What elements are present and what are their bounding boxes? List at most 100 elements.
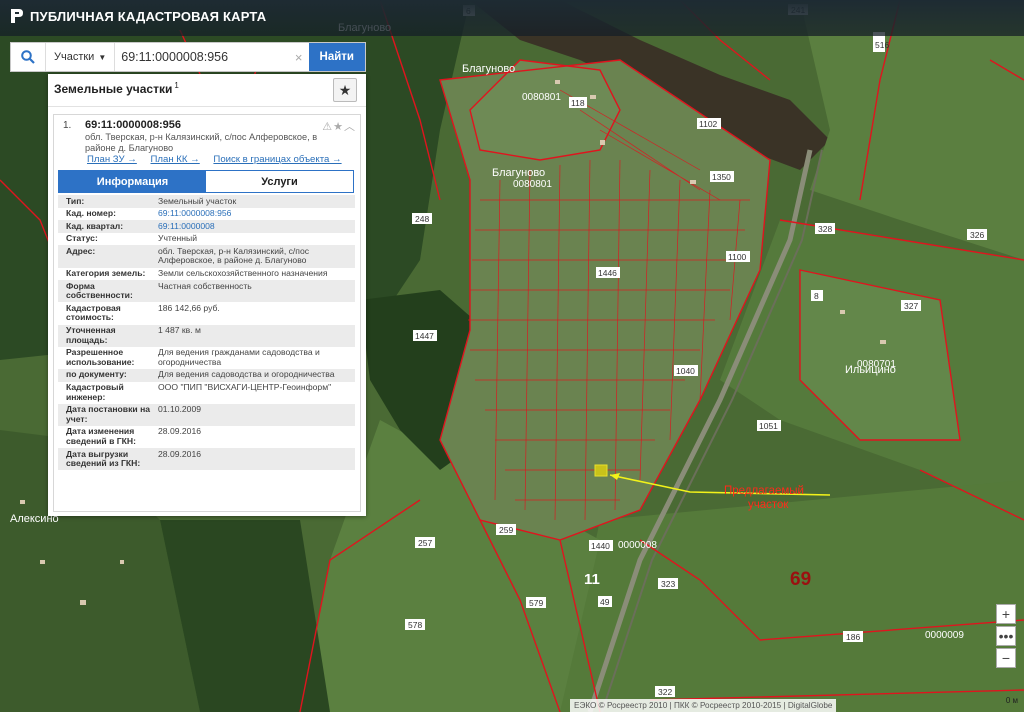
- result-cad-number[interactable]: 69:11:0000008:956: [85, 119, 181, 131]
- svg-text:186: 186: [846, 632, 860, 642]
- result-address: обл. Тверская, р-н Калязинский, с/пос Ал…: [85, 132, 318, 153]
- svg-text:326: 326: [970, 230, 984, 240]
- parcel-label: 118: [569, 97, 587, 108]
- info-row: Форма собственности: Частная собственност…: [58, 280, 355, 303]
- info-table: Тип: Земельный участок Кад. номер: 69:11:00…: [58, 195, 355, 471]
- parcel-label: 248: [412, 213, 432, 224]
- info-row-value: 28.09.2016: [158, 426, 202, 437]
- tab-information[interactable]: Информация: [59, 171, 206, 192]
- info-row-key: Разрешенное использование:: [66, 347, 135, 367]
- info-row-key: Кад. квартал:: [66, 220, 124, 231]
- svg-text:1100: 1100: [728, 252, 747, 262]
- quarter-label: 0000008: [618, 540, 657, 551]
- tab-services[interactable]: Услуги: [206, 171, 353, 192]
- info-row-key: Дата выгрузки сведений из ГКН:: [66, 448, 141, 469]
- find-button[interactable]: Найти: [308, 43, 365, 71]
- info-row-value: Учтенный: [158, 233, 198, 244]
- info-row: Уточненная площадь: 1 487 кв. м: [58, 324, 355, 347]
- info-row-key: Статус:: [66, 233, 98, 244]
- info-row-value: обл. Тверская, р-н Калязинский, с/пос Ал…: [158, 245, 310, 266]
- info-row-key: Дата изменения сведений в ГКН:: [66, 426, 136, 446]
- svg-text:1051: 1051: [759, 421, 778, 431]
- parcel-label: 1447: [413, 330, 437, 341]
- svg-text:49: 49: [600, 597, 610, 607]
- result-card: 1. 69:11:0000008:956 ⚠★︿ обл. Тверская, …: [53, 114, 361, 512]
- svg-text:1102: 1102: [699, 119, 718, 129]
- info-row-value[interactable]: 69:11:0000008: [158, 221, 355, 232]
- panel-title-text: Земельные участки: [54, 82, 173, 96]
- info-row: Разрешенное использование: Для ведения гр…: [58, 347, 355, 369]
- parcel-label: 579: [526, 597, 546, 608]
- svg-text:578: 578: [408, 620, 422, 630]
- svg-text:118: 118: [571, 98, 585, 108]
- svg-text:259: 259: [499, 525, 513, 535]
- zoom-in-button[interactable]: +: [996, 604, 1016, 624]
- svg-text:1447: 1447: [415, 331, 434, 341]
- info-row-key: Уточненная площадь:: [66, 325, 116, 345]
- info-row-key: Тип:: [66, 195, 85, 206]
- search-type-select[interactable]: Участки ▼: [46, 43, 116, 71]
- parcel-label: 1040: [674, 365, 698, 376]
- place-label: Благуново: [462, 63, 515, 75]
- app-logo[interactable]: ПУБЛИЧНАЯ КАДАСТРОВАЯ КАРТА: [10, 8, 266, 24]
- info-row: Тип: Земельный участок: [58, 195, 355, 208]
- scale-label: 0 м: [1005, 696, 1018, 705]
- parcel-label: 186: [843, 631, 863, 642]
- info-row-value: Для ведения гражданами садоводства и ого…: [158, 347, 320, 367]
- info-row-key: Категория земель:: [66, 268, 146, 279]
- info-row: Дата постановки на учет: 01.10.2009: [58, 403, 355, 426]
- svg-text:1440: 1440: [591, 541, 610, 551]
- panel-title: Земельные участки 1: [54, 81, 179, 96]
- parcel-label: 323: [658, 578, 678, 589]
- search-icon[interactable]: [11, 43, 46, 71]
- parcel-label: 1350: [710, 171, 734, 182]
- proposed-parcel-annotation-line2: участок: [748, 499, 789, 511]
- star-icon: ★: [338, 81, 352, 98]
- parcel-label: 1440: [589, 540, 613, 551]
- zoom-out-button[interactable]: −: [996, 648, 1016, 668]
- link-search-bounds[interactable]: Поиск в границах объекта →: [213, 154, 341, 165]
- chevron-down-icon: ▼: [98, 52, 107, 62]
- svg-text:579: 579: [529, 598, 543, 608]
- link-plan-zu[interactable]: План ЗУ →: [87, 154, 137, 165]
- pkk-logo-icon: [11, 9, 23, 23]
- info-row-value: 1 487 кв. м: [158, 325, 201, 336]
- info-row: Кад. номер: 69:11:0000008:956: [58, 208, 355, 221]
- district-label: 11: [584, 571, 600, 588]
- svg-text:1350: 1350: [712, 172, 731, 182]
- info-row-value: 28.09.2016: [158, 448, 202, 459]
- info-row: Кадастровый инженер: ООО "ПИП "ВИСХАГИ-ЦЕ…: [58, 382, 355, 404]
- zoom-controls: + ••• −: [996, 604, 1016, 670]
- quarter-label: 0080801: [513, 179, 552, 190]
- parcel-label: 1051: [757, 420, 781, 431]
- svg-text:516: 516: [875, 40, 889, 50]
- svg-text:322: 322: [658, 687, 672, 697]
- quarter-label: 0080701: [857, 359, 896, 370]
- parcel-label: 322: [655, 686, 675, 697]
- info-row-key: по документу:: [66, 369, 127, 380]
- svg-text:323: 323: [661, 579, 675, 589]
- info-row: Категория земель: Земли сельскохозяйствен…: [58, 268, 355, 281]
- info-row-value: Частная собственность: [158, 280, 252, 291]
- info-row: Статус: Учтенный: [58, 233, 355, 246]
- info-row-key: Кад. номер:: [66, 208, 116, 219]
- info-row-key: Кадастровый инженер:: [66, 382, 124, 402]
- place-label: Благуново: [492, 167, 545, 179]
- result-count: 1: [174, 81, 179, 90]
- panel-header: Земельные участки 1 ★: [48, 74, 366, 107]
- info-row-value[interactable]: 69:11:0000008:956: [158, 208, 355, 219]
- clear-icon[interactable]: ×: [289, 50, 309, 65]
- top-bar: ПУБЛИЧНАЯ КАДАСТРОВАЯ КАРТА: [0, 0, 1024, 36]
- more-button[interactable]: •••: [996, 626, 1016, 646]
- parcel-label: 326: [967, 229, 987, 240]
- app-title: ПУБЛИЧНАЯ КАДАСТРОВАЯ КАРТА: [30, 8, 267, 24]
- parcel-label: 257: [415, 537, 435, 548]
- chevron-up-icon[interactable]: ︿: [344, 121, 356, 133]
- info-row-key: Форма собственности:: [66, 280, 133, 301]
- favorite-star-button[interactable]: ★: [333, 78, 357, 102]
- info-row-value: 01.10.2009: [158, 404, 202, 415]
- link-plan-kk[interactable]: План КК →: [151, 154, 200, 165]
- search-input[interactable]: [115, 44, 289, 70]
- quarter-label: 0080801: [522, 92, 561, 103]
- result-tabs: Информация Услуги: [58, 170, 354, 193]
